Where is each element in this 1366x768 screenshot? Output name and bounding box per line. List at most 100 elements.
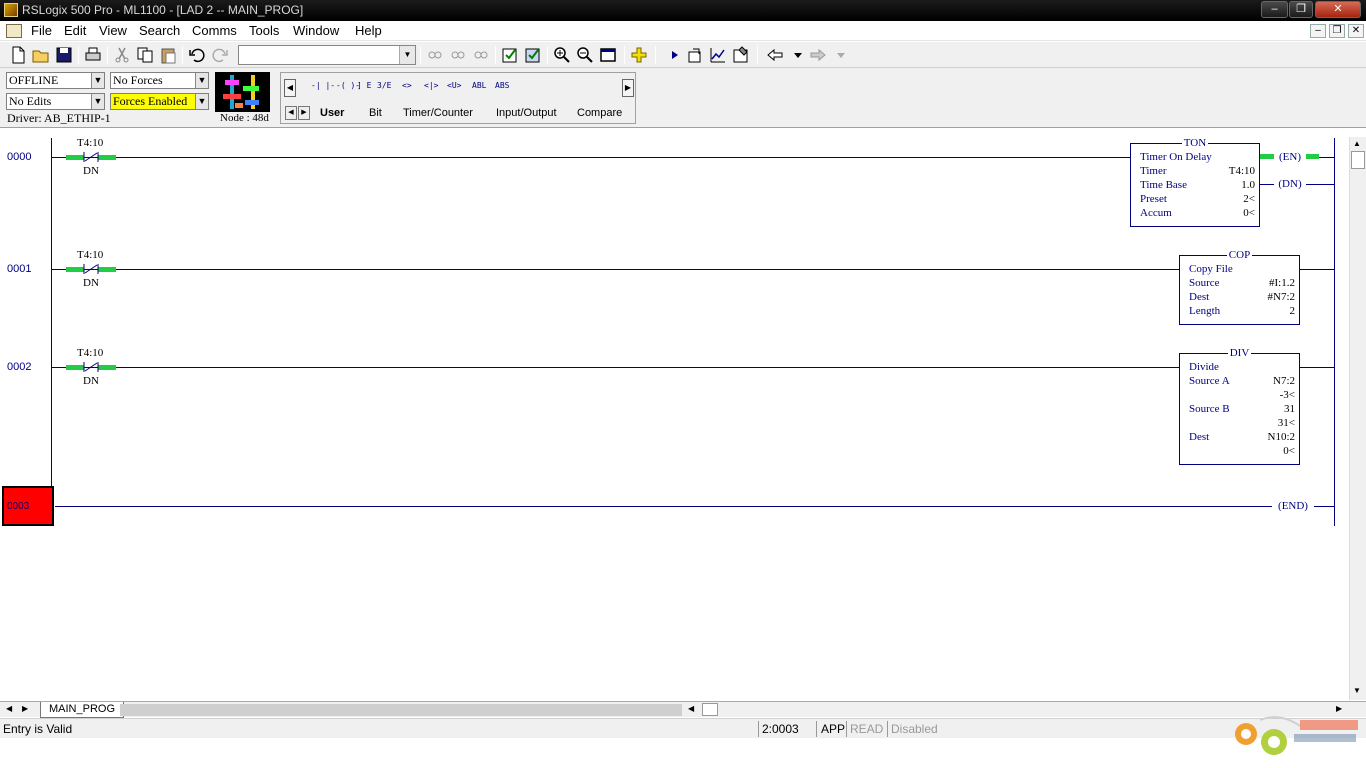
- menu-bar: File Edit View Search Comms Tools Window…: [0, 21, 1366, 41]
- tab-scroll-left-icon[interactable]: ◀: [285, 106, 297, 120]
- desktop-strip: [0, 738, 1366, 768]
- instr-xic-button[interactable]: -| |-: [311, 81, 335, 90]
- properties-icon[interactable]: [731, 45, 751, 65]
- close-button[interactable]: ✕: [1315, 1, 1361, 18]
- palette-scroll-left-icon[interactable]: ◀: [284, 79, 296, 97]
- find-next-icon[interactable]: [448, 45, 468, 65]
- ladder-editor[interactable]: 0000 T4:10 DN TON Timer On Delay Timer T4…: [0, 128, 1366, 702]
- play-icon[interactable]: [664, 45, 684, 65]
- zoom-in-icon[interactable]: [552, 45, 572, 65]
- cop-instruction-box[interactable]: COP Copy File Source #I:1.2 Dest #N7:2 Len…: [1179, 249, 1300, 325]
- scroll-thumb[interactable]: [1351, 151, 1365, 169]
- mode-dropdown[interactable]: OFFLINE ▼: [6, 72, 105, 89]
- cut-icon[interactable]: [112, 45, 132, 65]
- horizontal-scroll-track[interactable]: [120, 704, 682, 716]
- instr-coil-button[interactable]: <>: [402, 81, 412, 90]
- tab-right-icon[interactable]: ▶: [22, 704, 28, 713]
- rung-number: 0003: [7, 501, 30, 512]
- verify-file-icon[interactable]: [500, 45, 520, 65]
- scroll-left-icon[interactable]: ◀: [688, 704, 694, 713]
- contact-bit: DN: [83, 375, 99, 387]
- xio-contact[interactable]: [65, 362, 117, 372]
- add-icon[interactable]: [629, 45, 649, 65]
- end-marker: (END): [1272, 500, 1314, 512]
- menu-edit[interactable]: Edit: [64, 23, 86, 38]
- zoom-out-icon[interactable]: [575, 45, 595, 65]
- forces-dropdown[interactable]: No Forces ▼: [110, 72, 209, 89]
- instr-xio-button[interactable]: 3/E: [377, 81, 391, 90]
- search-combo[interactable]: ▼: [238, 45, 416, 65]
- back-history-chevron-icon[interactable]: [788, 45, 802, 65]
- document-icon[interactable]: [6, 24, 22, 38]
- minimize-button[interactable]: –: [1261, 1, 1288, 18]
- xio-contact[interactable]: [65, 152, 117, 162]
- menu-tools[interactable]: Tools: [249, 23, 279, 38]
- left-power-rail: [51, 138, 52, 526]
- instr-branch-button[interactable]: ] E: [357, 81, 371, 90]
- tab-left-icon[interactable]: ◀: [6, 704, 12, 713]
- online-edit-icon[interactable]: [685, 45, 705, 65]
- ton-instruction-box[interactable]: TON Timer On Delay Timer T4:10 Time Base 1…: [1130, 137, 1260, 227]
- open-folder-icon[interactable]: [31, 45, 51, 65]
- undo-icon[interactable]: [187, 45, 207, 65]
- back-arrow-icon[interactable]: [765, 45, 785, 65]
- instr-latch-button[interactable]: <|>: [424, 81, 438, 90]
- forward-history-chevron-icon[interactable]: [831, 45, 845, 65]
- find-icon[interactable]: [425, 45, 445, 65]
- chevron-down-icon[interactable]: ▼: [195, 73, 208, 88]
- en-coil[interactable]: (EN): [1274, 151, 1306, 163]
- copy-icon[interactable]: [135, 45, 155, 65]
- instr-abs-button[interactable]: ABS: [495, 81, 509, 90]
- chevron-down-icon[interactable]: ▼: [399, 46, 415, 64]
- tab-timer-counter[interactable]: Timer/Counter: [403, 105, 473, 121]
- scroll-down-icon[interactable]: ▼: [1353, 686, 1361, 695]
- menu-search[interactable]: Search: [139, 23, 180, 38]
- mdi-close-button[interactable]: ✕: [1348, 24, 1364, 38]
- full-screen-icon[interactable]: [598, 45, 618, 65]
- rung-number: 0001: [7, 263, 32, 275]
- redo-icon[interactable]: [210, 45, 230, 65]
- tab-main-prog[interactable]: MAIN_PROG: [40, 702, 125, 718]
- edits-dropdown[interactable]: No Edits ▼: [6, 93, 105, 110]
- instruction-palette: ◀ -| |- -( )- ] E 3/E <> <|> <U> ABL ABS…: [280, 72, 636, 124]
- tab-scroll-right-icon[interactable]: ▶: [298, 106, 310, 120]
- forces-enabled-dropdown[interactable]: Forces Enabled ▼: [110, 93, 209, 110]
- new-file-icon[interactable]: [8, 45, 28, 65]
- tab-user[interactable]: User: [320, 105, 344, 121]
- chevron-down-icon[interactable]: ▼: [91, 94, 104, 109]
- menu-file[interactable]: File: [31, 23, 52, 38]
- mdi-restore-button[interactable]: ❐: [1329, 24, 1345, 38]
- right-power-rail: [1334, 138, 1335, 526]
- trend-chart-icon[interactable]: [708, 45, 728, 65]
- horizontal-scroll-thumb[interactable]: [702, 703, 718, 716]
- palette-scroll-right-icon[interactable]: ▶: [622, 79, 634, 97]
- tab-bit[interactable]: Bit: [369, 105, 382, 121]
- menu-help[interactable]: Help: [355, 23, 382, 38]
- paste-icon[interactable]: [158, 45, 178, 65]
- save-icon[interactable]: [54, 45, 74, 65]
- chevron-down-icon[interactable]: ▼: [195, 94, 208, 109]
- chevron-down-icon[interactable]: ▼: [91, 73, 104, 88]
- print-icon[interactable]: [83, 45, 103, 65]
- menu-window[interactable]: Window: [293, 23, 339, 38]
- vertical-scrollbar[interactable]: ▲ ▼: [1349, 137, 1366, 700]
- tab-compare[interactable]: Compare: [577, 105, 622, 121]
- contact-bit: DN: [83, 165, 99, 177]
- verify-project-icon[interactable]: [523, 45, 543, 65]
- instr-unlatch-button[interactable]: <U>: [447, 81, 461, 90]
- scroll-up-icon[interactable]: ▲: [1353, 139, 1361, 148]
- title-bar: RSLogix 500 Pro - ML1100 - [LAD 2 -- MAI…: [0, 0, 1366, 21]
- menu-comms[interactable]: Comms: [192, 23, 237, 38]
- maximize-button[interactable]: ❐: [1289, 1, 1313, 18]
- forward-arrow-icon[interactable]: [808, 45, 828, 65]
- menu-view[interactable]: View: [99, 23, 127, 38]
- xio-contact[interactable]: [65, 264, 117, 274]
- selected-rung-marker[interactable]: 0003: [2, 486, 54, 526]
- mdi-minimize-button[interactable]: –: [1310, 24, 1326, 38]
- dn-coil[interactable]: (DN): [1274, 178, 1306, 190]
- instr-abl-button[interactable]: ABL: [472, 81, 486, 90]
- app-icon: [4, 3, 18, 17]
- find-replace-icon[interactable]: [471, 45, 491, 65]
- div-instruction-box[interactable]: DIV Divide Source A N7:2 -3< Source B 31 3…: [1179, 347, 1300, 465]
- tab-input-output[interactable]: Input/Output: [496, 105, 557, 121]
